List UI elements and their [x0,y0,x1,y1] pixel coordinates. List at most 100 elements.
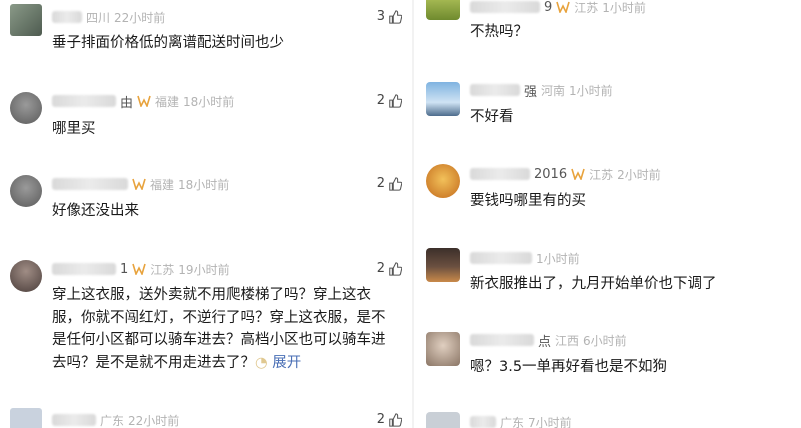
like-count: 3 [376,9,385,24]
comment-time: 1小时前 [569,83,613,98]
avatar[interactable] [426,82,460,116]
vip-badge-icon [571,168,585,180]
avatar[interactable] [10,260,42,292]
comment-text: 垂子排面价格低的离谱配送时间也少 [52,35,284,51]
blurred-username[interactable] [52,11,82,23]
right-comment-column: 9 江苏 1小时前 不热吗？ 强 河南 1小时前 不好看 2016 江苏 2小时… [414,0,801,428]
emoji-icon: ◔ [255,354,268,371]
blurred-username[interactable] [470,416,496,428]
like-count: 2 [376,93,385,108]
username-suffix[interactable]: 1 [120,262,128,277]
avatar[interactable] [426,0,460,20]
thumb-up-icon [389,412,402,427]
expand-link[interactable]: 展开 [272,355,301,371]
avatar[interactable] [10,175,42,207]
blurred-username[interactable] [52,95,116,107]
avatar[interactable] [426,248,460,282]
comment-meta: 四川 22小时前 [52,8,165,26]
comment-meta: 1 江苏 19小时前 [52,260,230,278]
comment-region: 江苏 [574,0,599,15]
username-suffix[interactable]: 由 [120,92,133,111]
like-button[interactable]: 2 [377,93,402,108]
comment-time: 1小时前 [602,0,646,15]
thumb-up-icon [389,261,402,276]
like-button[interactable]: 3 [377,9,402,24]
avatar[interactable] [426,164,460,198]
like-button[interactable]: 2 [377,412,402,427]
blurred-username[interactable] [470,252,532,264]
comment-item: 2016 江苏 2小时前 要钱吗哪里有的买 [414,158,801,228]
comment-meta: 9 江苏 1小时前 [470,0,646,16]
comment-time: 18小时前 [183,94,235,109]
username-suffix[interactable]: 2016 [534,167,567,182]
comment-meta: 福建 18小时前 [52,175,229,193]
comment-text: 不热吗？ [470,24,528,40]
left-comment-column: 四川 22小时前 垂子排面价格低的离谱配送时间也少 3 由 福建 18小时前 哪… [0,0,412,428]
comment-item: 由 福建 18小时前 哪里买 2 [0,82,412,152]
comment-item: 点 江西 6小时前 嗯？3.5一单再好看也是不如狗 [414,326,801,396]
comment-meta: 1小时前 [470,249,580,267]
comment-time: 1小时前 [536,251,580,266]
vip-badge-icon [137,95,151,107]
comment-text: 穿上这衣服，送外卖就不用爬楼梯了吗？穿上这衣服，你就不闯红灯，不逆行了吗？穿上这… [52,284,398,374]
comment-item: 广东 22小时前 2 [0,404,412,428]
vip-badge-icon [556,1,571,13]
vip-badge-icon [132,263,147,275]
avatar[interactable] [10,4,42,36]
blurred-username[interactable] [52,178,128,190]
like-button[interactable]: 2 [377,176,402,191]
thumb-up-icon [389,93,402,108]
comment-region: 四川 [86,10,111,25]
like-button[interactable]: 2 [377,261,402,276]
blurred-username[interactable] [52,263,116,275]
thumb-up-icon [389,9,402,24]
blurred-username[interactable] [52,414,96,426]
avatar[interactable] [426,412,460,428]
vip-badge-icon [132,178,146,190]
comment-time: 7小时前 [528,415,572,428]
username-suffix[interactable]: 9 [544,0,552,15]
comment-region: 江西 [555,333,580,348]
comment-text: 要钱吗哪里有的买 [470,193,586,209]
like-count: 2 [376,261,385,276]
comment-region: 福建 [155,94,180,109]
avatar[interactable] [426,332,460,366]
comment-time: 6小时前 [583,333,627,348]
blurred-username[interactable] [470,1,540,13]
comment-meta: 由 福建 18小时前 [52,92,235,111]
comment-meta: 2016 江苏 2小时前 [470,165,661,183]
like-count: 2 [376,176,385,191]
comment-meta: 广东 22小时前 [52,411,179,428]
comment-text: 好像还没出来 [52,203,139,219]
thumb-up-icon [389,176,402,191]
comment-meta: 点 江西 6小时前 [470,331,627,350]
username-suffix[interactable]: 点 [538,331,551,350]
comment-item: 1 江苏 19小时前 穿上这衣服，送外卖就不用爬楼梯了吗？穿上这衣服，你就不闯红… [0,252,412,392]
comment-item: 1小时前 新衣服推出了，九月开始单价也下调了 [414,244,801,314]
like-count: 2 [376,412,385,427]
comment-region: 广东 [500,415,525,428]
blurred-username[interactable] [470,168,530,180]
comment-time: 19小时前 [178,262,230,277]
avatar[interactable] [10,408,42,428]
blurred-username[interactable] [470,84,520,96]
comment-time: 22小时前 [128,413,180,428]
username-suffix[interactable]: 强 [524,81,537,100]
comment-time: 2小时前 [617,167,661,182]
comment-meta: 广东 7小时前 [470,413,572,428]
comment-text-body: 穿上这衣服，送外卖就不用爬楼梯了吗？穿上这衣服，你就不闯红灯，不逆行了吗？穿上这… [52,287,386,371]
comment-item: 9 江苏 1小时前 不热吗？ [414,0,801,56]
comment-item: 四川 22小时前 垂子排面价格低的离谱配送时间也少 3 [0,0,412,70]
comment-meta: 强 河南 1小时前 [470,81,613,100]
avatar[interactable] [10,92,42,124]
comment-item: 强 河南 1小时前 不好看 [414,74,801,144]
comment-region: 广东 [100,413,125,428]
comment-region: 河南 [541,83,566,98]
comment-item: 广东 7小时前 [414,408,801,428]
blurred-username[interactable] [470,334,534,346]
comment-text: 哪里买 [52,121,96,137]
comment-time: 18小时前 [178,177,230,192]
comment-text: 嗯？3.5一单再好看也是不如狗 [470,359,668,375]
comment-region: 江苏 [150,262,175,277]
comment-time: 22小时前 [114,10,166,25]
